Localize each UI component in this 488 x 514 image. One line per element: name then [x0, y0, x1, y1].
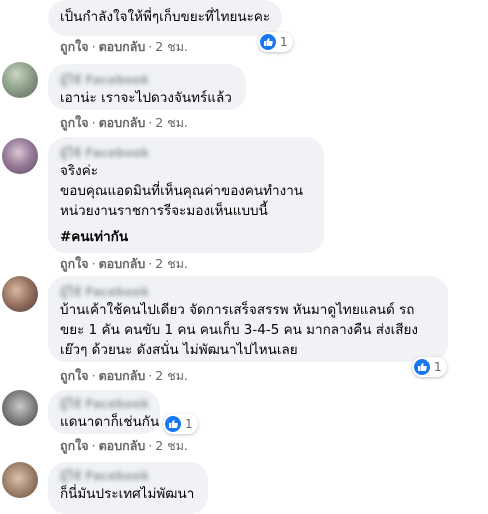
like-reaction-icon — [165, 416, 181, 432]
like-reaction-icon — [414, 359, 430, 375]
comment-text: แดนาดาก็เช่นกัน — [60, 414, 160, 430]
reply-button[interactable]: ตอบกลับ — [99, 256, 146, 271]
comment-bubble: ผู้ใช้ Facebook บ้านเค้าใช้คนไปเดียว จัด… — [48, 276, 448, 362]
like-button[interactable]: ถูกใจ — [60, 256, 89, 271]
reply-button[interactable]: ตอบกลับ — [99, 438, 146, 453]
separator: · — [91, 115, 96, 130]
reply-button[interactable]: ตอบกลับ — [99, 115, 146, 130]
reaction-badge[interactable]: 1 — [412, 357, 447, 377]
comment-actions: ถูกใจ · ตอบกลับ · 2 ชม. — [60, 438, 188, 454]
user-avatar[interactable] — [2, 138, 38, 174]
comment-time[interactable]: 2 ชม. — [155, 438, 188, 453]
comment-bubble: เป็นกำลังใจให้พี่ๆเก็บขยะที่ไทยนะคะ — [48, 0, 283, 36]
separator: · — [148, 39, 153, 54]
separator: · — [148, 115, 153, 130]
comment-text: เป็นกำลังใจให้พี่ๆเก็บขยะที่ไทยนะคะ — [60, 9, 271, 25]
comment-actions: ถูกใจ · ตอบกลับ · 2 ชม. — [60, 368, 188, 384]
comment-actions: ถูกใจ · ตอบกลับ · 2 ชม. — [60, 115, 188, 131]
comment-actions: ถูกใจ · ตอบกลับ · 2 ชม. — [60, 39, 188, 55]
comment-bubble: ผู้ใช้ Facebook แดนาดาก็เช่นกัน — [48, 390, 160, 434]
comment-bubble: ผู้ใช้ Facebook ก็นี่มันประเทศไม่พัฒนา — [48, 462, 208, 514]
comment-text: ขยะ 1 คัน คนขับ 1 คน คนเก็บ 3-4-5 คน มาก… — [60, 322, 418, 338]
like-button[interactable]: ถูกใจ — [60, 368, 89, 383]
separator: · — [148, 438, 153, 453]
separator: · — [91, 438, 96, 453]
comment-author[interactable]: ผู้ใช้ Facebook — [60, 72, 234, 88]
comment-author[interactable]: ผู้ใช้ Facebook — [60, 396, 149, 412]
like-button[interactable]: ถูกใจ — [60, 39, 89, 54]
like-button[interactable]: ถูกใจ — [60, 115, 89, 130]
comment-time[interactable]: 2 ชม. — [155, 39, 188, 54]
comment-text: เย๊วๆ ด้วยนะ ดังสนั่น ไม่พัฒนาไปไหนเลย — [60, 342, 298, 358]
comment-text: หน่วยงานราชการรีจะมองเห็นแบบนี้ — [60, 203, 268, 219]
like-button[interactable]: ถูกใจ — [60, 438, 89, 453]
separator: · — [148, 368, 153, 383]
reaction-badge[interactable]: 1 — [258, 32, 293, 52]
separator: · — [91, 39, 96, 54]
like-reaction-icon — [260, 34, 276, 50]
comment-time[interactable]: 2 ชม. — [155, 115, 188, 130]
reply-button[interactable]: ตอบกลับ — [99, 368, 146, 383]
comment-text: เอาน่ะ เราจะไปดวงจันทร์แล้ว — [60, 90, 232, 106]
comment-time[interactable]: 2 ชม. — [155, 368, 188, 383]
comment-text: บ้านเค้าใช้คนไปเดียว จัดการเสร็จสรรพ หัน… — [60, 302, 415, 318]
reaction-count: 1 — [280, 35, 288, 49]
comment-author[interactable]: ผู้ใช้ Facebook — [60, 468, 196, 484]
user-avatar[interactable] — [2, 462, 38, 498]
comment-bubble: ผู้ใช้ Facebook จริงค่ะ ขอบคุณแอดมินที่เ… — [48, 137, 324, 253]
reaction-badge[interactable]: 1 — [163, 414, 198, 434]
comment-actions: ถูกใจ · ตอบกลับ · 2 ชม. — [60, 256, 188, 272]
reaction-count: 1 — [434, 360, 442, 374]
reply-button[interactable]: ตอบกลับ — [99, 39, 146, 54]
separator: · — [148, 256, 153, 271]
comment-bubble: ผู้ใช้ Facebook เอาน่ะ เราจะไปดวงจันทร์แ… — [48, 64, 246, 110]
separator: · — [91, 368, 96, 383]
user-avatar[interactable] — [2, 390, 38, 426]
comment-author[interactable]: ผู้ใช้ Facebook — [60, 145, 312, 161]
user-avatar[interactable] — [2, 62, 38, 98]
hashtag-link[interactable]: #คนเท่ากัน — [60, 227, 312, 247]
separator: · — [91, 256, 96, 271]
comment-text: ก็นี่มันประเทศไม่พัฒนา — [60, 486, 195, 502]
comment-author[interactable]: ผู้ใช้ Facebook — [60, 284, 436, 300]
user-avatar[interactable] — [2, 276, 38, 312]
reaction-count: 1 — [185, 417, 193, 431]
comment-text: จริงค่ะ — [60, 163, 99, 179]
comment-text: ขอบคุณแอดมินที่เห็นคุณค่าของคนทำงาน — [60, 183, 304, 199]
comment-time[interactable]: 2 ชม. — [155, 256, 188, 271]
